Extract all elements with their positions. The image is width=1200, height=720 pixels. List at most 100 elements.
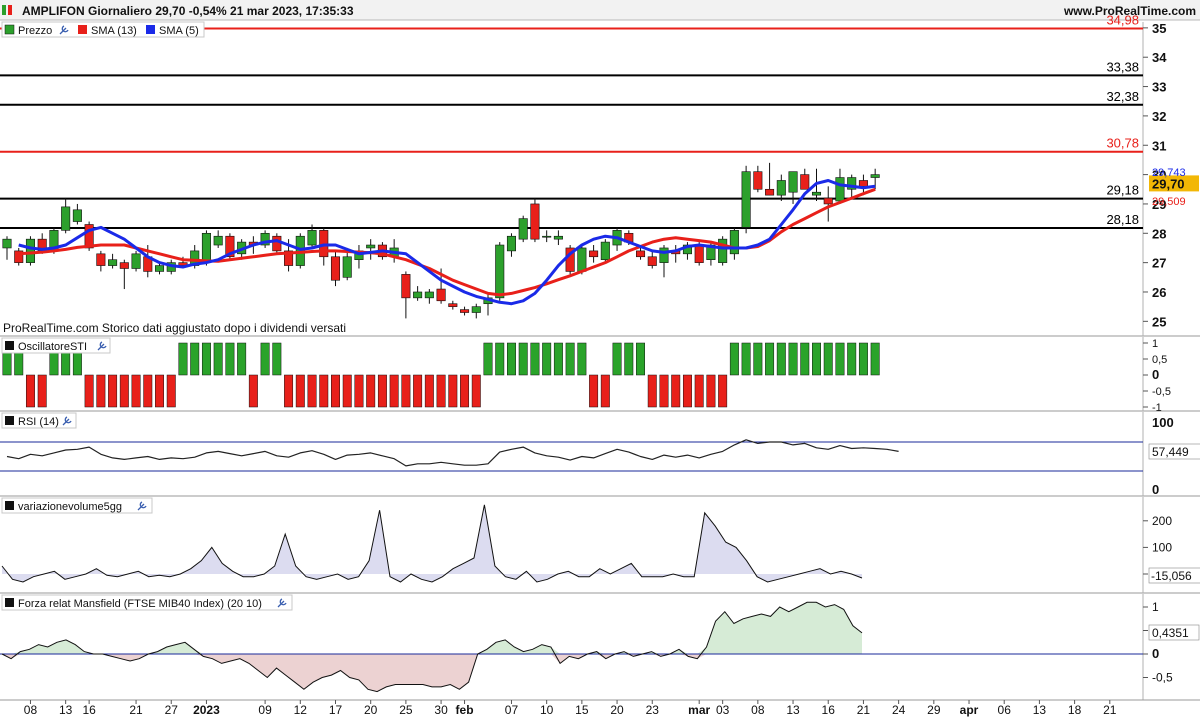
x-tick-label: apr (960, 703, 979, 717)
candle-body (776, 180, 786, 196)
x-tick-label: 20 (364, 703, 378, 717)
candle-body (636, 250, 646, 258)
x-tick-label: 30 (434, 703, 448, 717)
osc-bar (741, 342, 751, 376)
level-label: 28,18 (1106, 212, 1139, 227)
candle-body (553, 235, 563, 240)
candle-body (366, 244, 376, 249)
x-tick-label: 13 (786, 703, 800, 717)
osc-bar (366, 374, 376, 408)
candle-body (530, 203, 540, 240)
osc-bar (178, 342, 188, 376)
candle-body (577, 247, 587, 272)
osc-bar (483, 342, 493, 376)
candle-body (330, 256, 341, 281)
osc-bar (706, 374, 716, 408)
candle-body (823, 197, 833, 205)
osc-bar (331, 374, 340, 408)
osc-bar (612, 342, 622, 376)
osc-tick-label: 1 (1152, 338, 1158, 350)
candle-body (72, 209, 82, 222)
osc-bar (542, 342, 552, 376)
candle-body (870, 174, 880, 178)
osc-tick-label: -1 (1152, 402, 1162, 414)
price-tick-label: 33 (1152, 80, 1166, 95)
mans-legend-label: Forza relat Mansfield (FTSE MIB40 Index)… (18, 598, 262, 610)
osc-bar (577, 342, 587, 376)
osc-bar (858, 342, 868, 376)
candle-body (506, 235, 516, 252)
osc-bar (272, 342, 282, 376)
candle-body (647, 256, 657, 266)
vol-tick-label: 100 (1152, 540, 1172, 554)
candle-body (800, 174, 810, 190)
osc-bar (248, 374, 258, 408)
candle-body (858, 180, 868, 187)
candle-body (413, 291, 423, 299)
osc-bar (530, 342, 540, 376)
level-label: 34,98 (1106, 12, 1139, 27)
osc-bar (284, 374, 294, 408)
osc-bar (37, 374, 47, 408)
osc-bar (471, 374, 481, 408)
osc-bar (295, 374, 305, 408)
osc-bar (108, 374, 118, 408)
chart-title: AMPLIFON Giornaliero 29,70 -0,54% 21 mar… (22, 4, 354, 18)
osc-bar (225, 342, 235, 376)
candle-body (25, 238, 35, 263)
candle-body (108, 259, 118, 266)
candle-body (61, 206, 71, 231)
osc-bar (835, 342, 845, 376)
candle-body (424, 291, 434, 299)
osc-bar (307, 374, 317, 408)
price-tick-label: 31 (1152, 138, 1166, 153)
x-tick-label: 24 (892, 703, 906, 717)
candle-body (201, 232, 211, 263)
x-tick-label: 13 (1033, 703, 1047, 717)
candle-body (131, 253, 141, 269)
legend-price-swatch (4, 24, 15, 35)
x-tick-label: 07 (505, 703, 519, 717)
x-tick-label: 27 (165, 703, 179, 717)
osc-bar (624, 342, 634, 376)
osc-bar (389, 374, 399, 408)
x-tick-label: 21 (857, 703, 871, 717)
candle-body (342, 256, 352, 278)
osc-bar (718, 374, 728, 408)
rsi-tick-label: 0 (1152, 482, 1159, 497)
osc-bar (671, 374, 681, 408)
osc-bar (237, 342, 247, 376)
osc-bar (788, 342, 798, 376)
osc-bar (143, 374, 153, 408)
osc-bar (119, 374, 129, 408)
x-tick-label: 08 (24, 703, 38, 717)
osc-bar (870, 342, 880, 376)
candle-body (2, 238, 12, 249)
x-tick-label: 23 (646, 703, 660, 717)
osc-bar (729, 342, 739, 376)
osc-bar (565, 342, 575, 376)
x-tick-label: 25 (399, 703, 413, 717)
osc-bar (155, 374, 164, 408)
osc-bar (166, 374, 176, 408)
x-tick-label: feb (456, 703, 474, 717)
osc-bar (776, 342, 786, 376)
osc-bar (753, 342, 763, 376)
candle-body (119, 262, 129, 269)
x-tick-label: 10 (540, 703, 554, 717)
x-tick-label: 21 (129, 703, 143, 717)
rsi-tick-label: 100 (1152, 415, 1174, 430)
x-tick-label: 2023 (193, 703, 220, 717)
candle-body (741, 171, 751, 228)
osc-bar (377, 374, 387, 408)
vol-value-label: -15,056 (1151, 569, 1192, 583)
x-tick-label: 16 (822, 703, 836, 717)
mans-value-label: 0,4351 (1152, 626, 1189, 640)
candle-body (694, 244, 704, 263)
level-label: 30,78 (1106, 136, 1139, 151)
osc-bar (636, 342, 645, 376)
osc-bar (354, 374, 364, 408)
x-tick-label: 09 (258, 703, 272, 717)
x-tick-label: 15 (575, 703, 589, 717)
osc-bar (401, 374, 411, 408)
